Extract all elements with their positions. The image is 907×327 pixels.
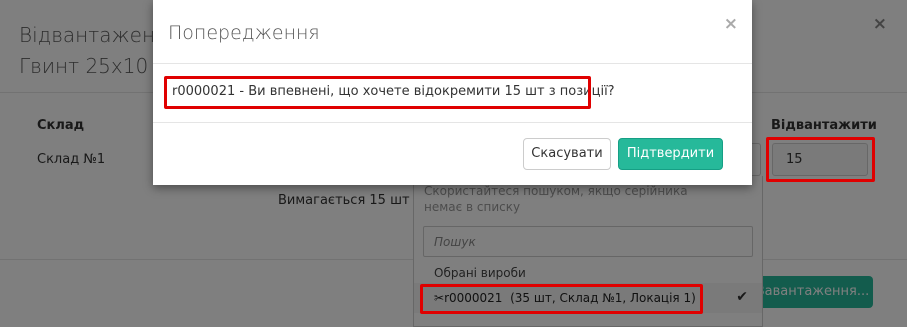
modal-close-icon[interactable]: × [724,14,738,34]
modal-header-divider [153,63,752,64]
selected-item-highlight-frame [420,284,703,314]
cancel-button[interactable]: Скасувати [523,138,611,170]
message-highlight-frame [164,76,591,109]
quantity-highlight-frame [766,137,875,182]
warning-modal: Попередження × r0000021 - Ви впевнені, щ… [153,0,752,185]
confirm-button[interactable]: Підтвердити [618,138,723,170]
modal-footer-divider [153,122,752,123]
modal-title: Попередження [168,22,320,44]
